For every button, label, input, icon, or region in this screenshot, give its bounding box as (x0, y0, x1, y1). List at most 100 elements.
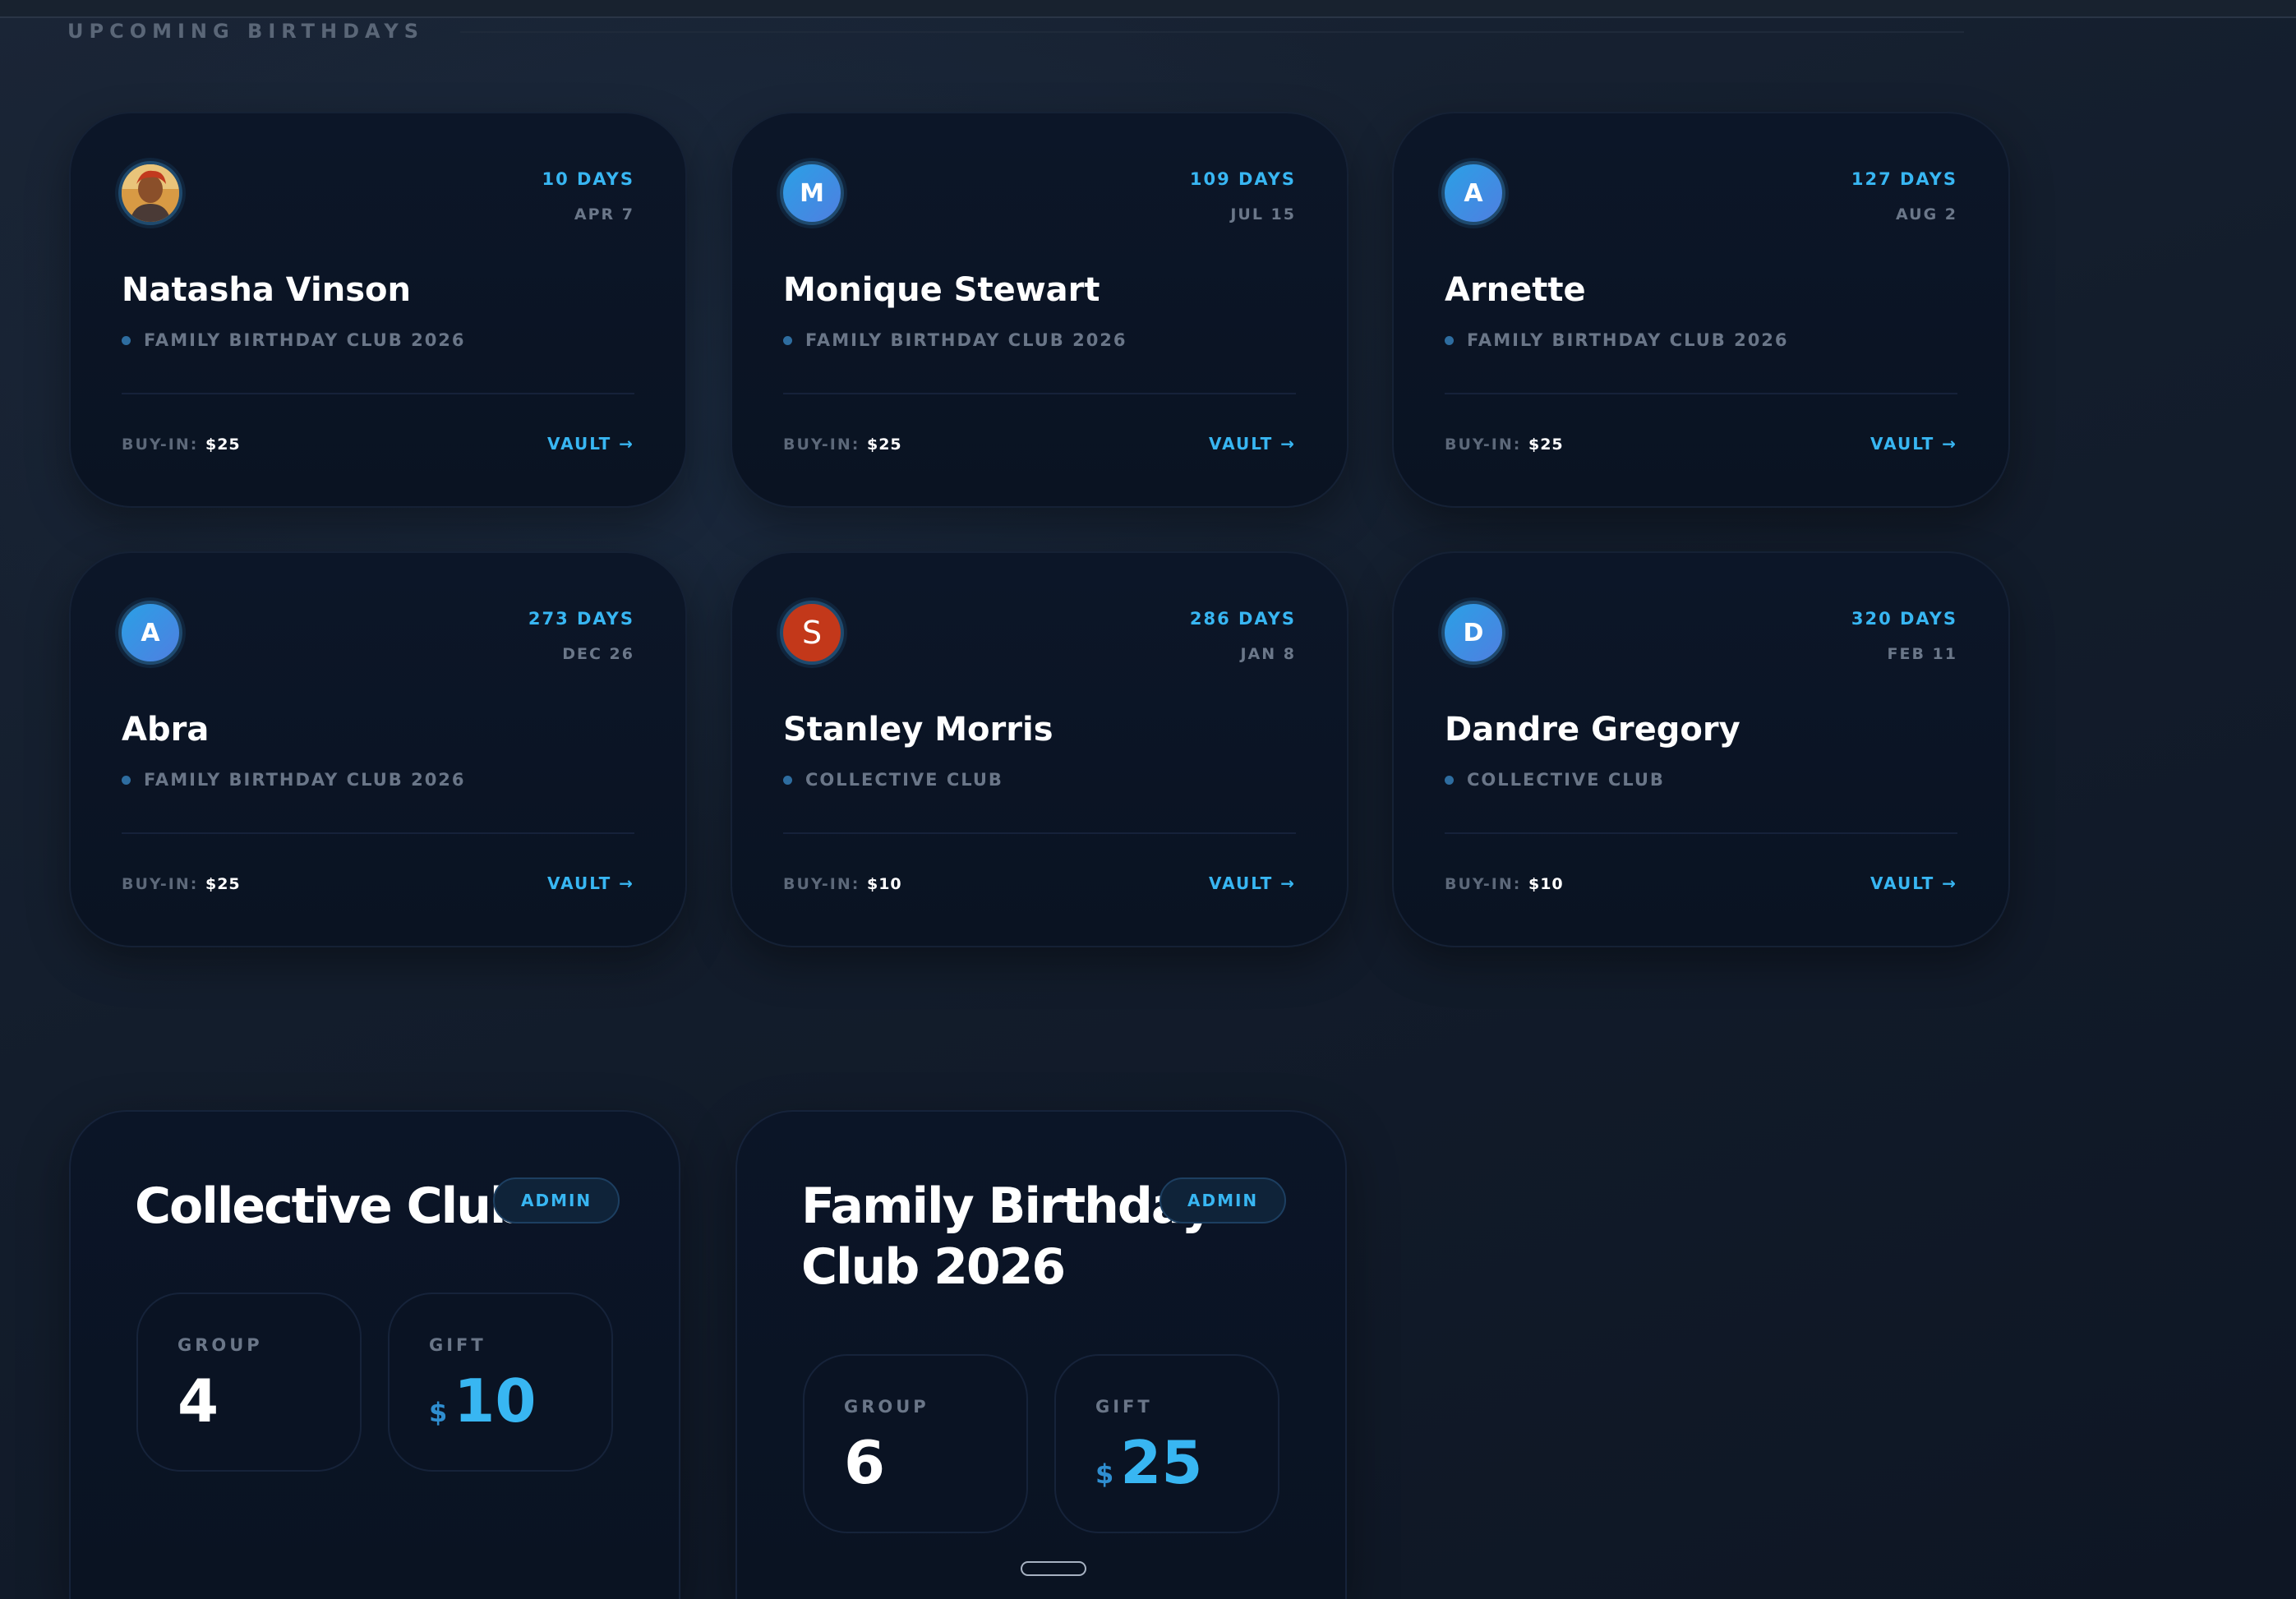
club-name: FAMILY BIRTHDAY CLUB 2026 (1467, 330, 1789, 350)
person-name: Abra (122, 711, 210, 749)
scroll-handle[interactable] (1021, 1561, 1086, 1576)
buy-in-value: $25 (1528, 435, 1564, 454)
avatar-photo-icon (122, 164, 179, 222)
days-until: 273 DAYS (528, 609, 634, 629)
avatar: S (780, 601, 844, 665)
buy-in-value: $25 (205, 875, 241, 893)
club-tag: FAMILY BIRTHDAY CLUB 2026 (1445, 330, 1789, 350)
days-until: 10 DAYS (542, 169, 634, 189)
club-name: COLLECTIVE CLUB (805, 770, 1003, 790)
birthday-card[interactable]: S 286 DAYS JAN 8 Stanley Morris COLLECTI… (731, 551, 1349, 947)
gift-stat: GIFT $ 10 (388, 1293, 613, 1472)
person-name: Natasha Vinson (122, 271, 411, 309)
days-until: 127 DAYS (1851, 169, 1957, 189)
birthday-date: JUL 15 (1230, 205, 1296, 223)
card-divider (1445, 832, 1957, 834)
club-name: FAMILY BIRTHDAY CLUB 2026 (144, 330, 466, 350)
buy-in-label: BUY-IN: (783, 875, 860, 893)
group-value: 6 (844, 1428, 886, 1497)
buy-in-value: $10 (1528, 875, 1564, 893)
club-title: Collective Club (135, 1176, 525, 1237)
buy-in-value: $10 (866, 875, 902, 893)
avatar: M (780, 161, 844, 225)
dot-icon (1445, 335, 1454, 345)
birthday-date: DEC 26 (562, 645, 634, 663)
section-divider (460, 31, 1964, 33)
club-tag: FAMILY BIRTHDAY CLUB 2026 (122, 330, 466, 350)
club-tag: COLLECTIVE CLUB (783, 770, 1003, 790)
avatar (118, 161, 182, 225)
avatar: D (1441, 601, 1505, 665)
vault-link[interactable]: VAULT → (547, 873, 634, 893)
buy-in-label: BUY-IN: (122, 435, 199, 454)
top-bar-edge (0, 0, 2296, 18)
dot-icon (783, 775, 792, 785)
birthday-date: FEB 11 (1887, 645, 1957, 663)
birthday-card[interactable]: A 273 DAYS DEC 26 Abra FAMILY BIRTHDAY C… (69, 551, 687, 947)
dot-icon (122, 775, 131, 785)
avatar: A (118, 601, 182, 665)
birthday-date: AUG 2 (1896, 205, 1957, 223)
club-name: FAMILY BIRTHDAY CLUB 2026 (144, 770, 466, 790)
buy-in-label: BUY-IN: (1445, 875, 1522, 893)
gift-amount: $ 25 (1095, 1428, 1202, 1497)
gift-stat: GIFT $ 25 (1054, 1354, 1279, 1533)
vault-link[interactable]: VAULT → (547, 434, 634, 454)
buy-in-value: $25 (866, 435, 902, 454)
vault-link[interactable]: VAULT → (1870, 434, 1957, 454)
dot-icon (1445, 775, 1454, 785)
admin-badge[interactable]: ADMIN (493, 1177, 620, 1223)
gift-value: 25 (1120, 1428, 1203, 1497)
card-divider (122, 393, 634, 394)
buy-in: BUY-IN: $25 (122, 435, 241, 454)
section-header: UPCOMING BIRTHDAYS (67, 20, 424, 43)
gift-value: 10 (454, 1366, 537, 1435)
birthday-card[interactable]: M 109 DAYS JUL 15 Monique Stewart FAMILY… (731, 112, 1349, 508)
dot-icon (122, 335, 131, 345)
buy-in-label: BUY-IN: (783, 435, 860, 454)
vault-link[interactable]: VAULT → (1870, 873, 1957, 893)
club-card-collective[interactable]: Collective Club ADMIN GROUP 4 GIFT $ 10 (69, 1110, 680, 1599)
birthday-date: JAN 8 (1240, 645, 1296, 663)
avatar: A (1441, 161, 1505, 225)
club-title-line: Club 2026 (801, 1238, 1066, 1296)
group-label: GROUP (844, 1397, 929, 1417)
buy-in: BUY-IN: $10 (783, 875, 902, 893)
person-name: Arnette (1445, 271, 1586, 309)
buy-in-label: BUY-IN: (1445, 435, 1522, 454)
currency-symbol: $ (1095, 1458, 1114, 1490)
vault-link[interactable]: VAULT → (1209, 434, 1296, 454)
admin-badge[interactable]: ADMIN (1160, 1177, 1287, 1223)
birthday-card[interactable]: 10 DAYS APR 7 Natasha Vinson FAMILY BIRT… (69, 112, 687, 508)
person-name: Stanley Morris (783, 711, 1053, 749)
group-stat: GROUP 4 (136, 1293, 362, 1472)
card-divider (122, 832, 634, 834)
birthday-card[interactable]: A 127 DAYS AUG 2 Arnette FAMILY BIRTHDAY… (1392, 112, 2010, 508)
buy-in: BUY-IN: $25 (783, 435, 902, 454)
buy-in: BUY-IN: $25 (122, 875, 241, 893)
club-tag: FAMILY BIRTHDAY CLUB 2026 (783, 330, 1127, 350)
vault-link[interactable]: VAULT → (1209, 873, 1296, 893)
card-divider (1445, 393, 1957, 394)
card-divider (783, 832, 1296, 834)
club-card-family[interactable]: Family Birthday Club 2026 ADMIN GROUP 6 … (735, 1110, 1347, 1599)
birthday-card[interactable]: D 320 DAYS FEB 11 Dandre Gregory COLLECT… (1392, 551, 2010, 947)
days-until: 109 DAYS (1189, 169, 1296, 189)
dot-icon (783, 335, 792, 345)
person-name: Dandre Gregory (1445, 711, 1740, 749)
group-label: GROUP (178, 1335, 263, 1355)
currency-symbol: $ (429, 1397, 448, 1428)
person-name: Monique Stewart (783, 271, 1100, 309)
days-until: 286 DAYS (1189, 609, 1296, 629)
club-title: Family Birthday Club 2026 (801, 1176, 1214, 1297)
club-tag: COLLECTIVE CLUB (1445, 770, 1665, 790)
club-tag: FAMILY BIRTHDAY CLUB 2026 (122, 770, 466, 790)
gift-label: GIFT (429, 1335, 486, 1355)
buy-in: BUY-IN: $25 (1445, 435, 1564, 454)
group-value: 4 (178, 1366, 219, 1435)
group-stat: GROUP 6 (803, 1354, 1028, 1533)
club-name: FAMILY BIRTHDAY CLUB 2026 (805, 330, 1127, 350)
gift-amount: $ 10 (429, 1366, 536, 1435)
club-title-line: Collective Club (135, 1177, 525, 1235)
buy-in: BUY-IN: $10 (1445, 875, 1564, 893)
